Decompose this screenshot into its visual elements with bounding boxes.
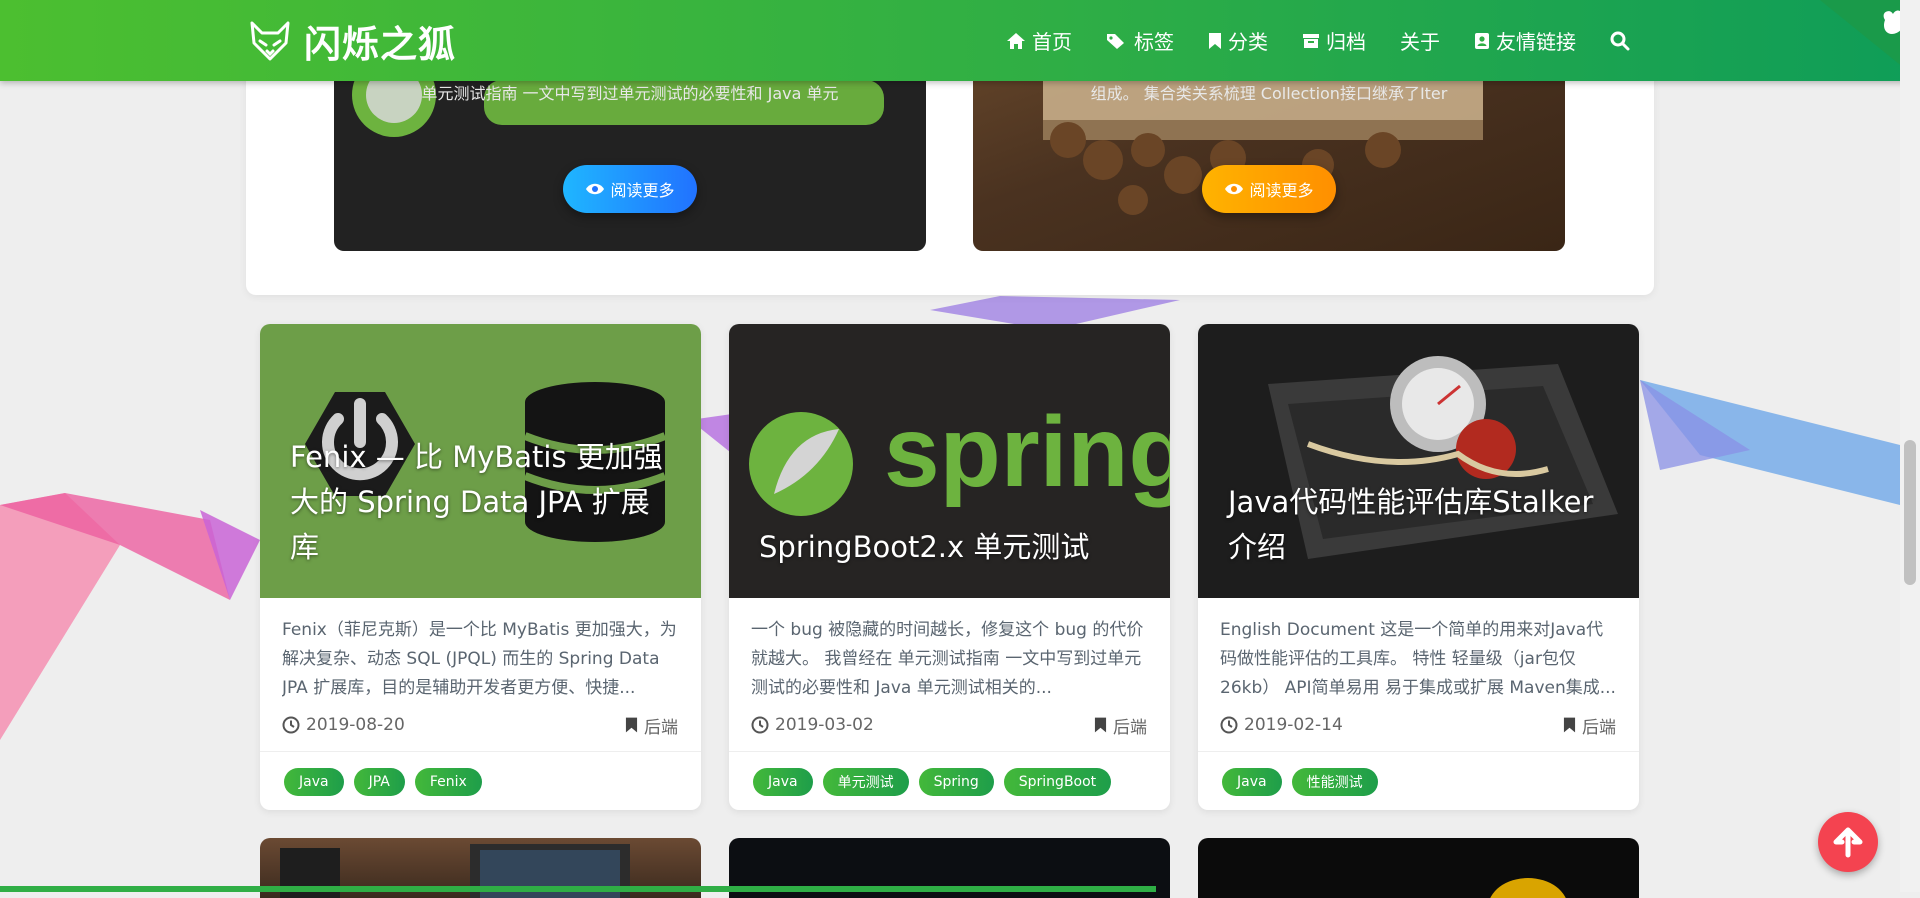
article-card-preview[interactable] [1198, 838, 1639, 898]
article-title[interactable]: Java代码性能评估库Stalker介绍 [1228, 480, 1615, 570]
article-category: 后端 [1113, 717, 1147, 738]
article-category-link[interactable]: 后端 [1094, 713, 1147, 738]
article-date: 2019-03-02 [775, 715, 874, 735]
archive-icon [1303, 33, 1319, 48]
address-book-icon [1475, 32, 1489, 49]
search-button[interactable] [1610, 31, 1630, 51]
read-more-label: 阅读更多 [1249, 181, 1314, 200]
bookmark-icon [1563, 717, 1576, 733]
card-divider [729, 751, 1170, 752]
article-meta: 2019-03-02 后端 [751, 710, 1147, 740]
article-cover-image: Java代码性能评估库Stalker介绍 [1198, 324, 1639, 598]
home-icon [1007, 32, 1025, 49]
article-summary: English Document 这是一个简单的用来对Java代码做性能评估的工… [1220, 620, 1616, 698]
tag-chip[interactable]: 性能测试 [1291, 768, 1378, 796]
nav-friend-links-label: 友情链接 [1496, 30, 1576, 54]
tag-chip[interactable]: Spring [918, 768, 994, 796]
tags-icon [1107, 33, 1124, 49]
tag-chip[interactable]: 单元测试 [822, 768, 909, 796]
article-date: 2019-08-20 [306, 715, 405, 735]
article-card[interactable]: Java代码性能评估库Stalker介绍 English Document 这是… [1198, 324, 1639, 810]
search-icon [1610, 31, 1630, 50]
article-meta: 2019-08-20 后端 [282, 710, 678, 740]
nav-categories[interactable]: 分类 [1208, 26, 1268, 55]
nav-about[interactable]: 关于 [1400, 26, 1440, 55]
article-cover-image: Fenix — 比 MyBatis 更加强大的 Spring Data JPA … [260, 324, 701, 598]
article-category-link[interactable]: 后端 [1563, 713, 1616, 738]
bookmark-icon [1209, 32, 1221, 49]
card-divider [1198, 751, 1639, 752]
site-logo[interactable]: 闪烁之狐 [248, 18, 456, 66]
article-tags: Java JPA Fenix [284, 768, 482, 796]
main-nav: 首页 标签 分类 归档 关于 友情链接 [972, 0, 1630, 81]
read-more-label: 阅读更多 [610, 181, 675, 200]
nav-archive[interactable]: 归档 [1302, 26, 1366, 55]
article-date: 2019-02-14 [1244, 715, 1343, 735]
featured-excerpt: 单元测试指南 一文中写到过单元测试的必要性和 Java 单元 [421, 84, 839, 103]
read-more-button[interactable]: 阅读更多 [563, 165, 697, 213]
svg-text:spring: spring [884, 396, 1170, 508]
article-title[interactable]: SpringBoot2.x 单元测试 [759, 525, 1146, 570]
back-to-top-button[interactable] [1818, 812, 1878, 872]
clock-icon [282, 716, 300, 734]
clock-icon [751, 716, 769, 734]
article-card[interactable]: spring SpringBoot2.x 单元测试 一个 bug 被隐藏的时间越… [729, 324, 1170, 810]
article-meta: 2019-02-14 后端 [1220, 710, 1616, 740]
site-title: 闪烁之狐 [304, 23, 456, 66]
eye-icon [1225, 183, 1244, 195]
reading-progress-bar [0, 886, 1156, 892]
nav-tags[interactable]: 标签 [1106, 26, 1174, 55]
read-more-button[interactable]: 阅读更多 [1202, 165, 1336, 213]
article-title[interactable]: Fenix — 比 MyBatis 更加强大的 Spring Data JPA … [290, 435, 677, 570]
article-category: 后端 [644, 717, 678, 738]
tag-chip[interactable]: JPA [353, 768, 405, 796]
nav-archive-label: 归档 [1326, 30, 1366, 54]
article-summary: Fenix（菲尼克斯）是一个比 MyBatis 更加强大，为解决复杂、动态 SQ… [282, 620, 677, 698]
article-tags: Java 单元测试 Spring SpringBoot [753, 768, 1112, 796]
tag-chip[interactable]: SpringBoot [1003, 768, 1112, 796]
nav-categories-label: 分类 [1228, 30, 1268, 54]
article-category-link[interactable]: 后端 [625, 713, 678, 738]
tag-chip[interactable]: Java [1222, 768, 1282, 796]
dark-image [1490, 878, 1566, 898]
featured-excerpt: 组成。 集合类关系梳理 Collection接口继承了Iter [1090, 84, 1448, 103]
bookmark-icon [1094, 717, 1107, 733]
article-card[interactable]: Fenix — 比 MyBatis 更加强大的 Spring Data JPA … [260, 324, 701, 810]
nav-about-label: 关于 [1400, 30, 1440, 54]
site-header: 闪烁之狐 首页 标签 分类 归档 关于 友情链接 [0, 0, 1920, 81]
eye-icon [586, 183, 605, 195]
tag-chip[interactable]: Java [284, 768, 344, 796]
nav-friend-links[interactable]: 友情链接 [1474, 26, 1576, 55]
article-cover-image: spring SpringBoot2.x 单元测试 [729, 324, 1170, 598]
page-scrollbar[interactable] [1900, 0, 1920, 892]
bookmark-icon [625, 717, 638, 733]
article-tags: Java 性能测试 [1222, 768, 1378, 796]
card-divider [260, 751, 701, 752]
tag-chip[interactable]: Fenix [414, 768, 482, 796]
scrollbar-thumb[interactable] [1904, 440, 1916, 585]
tag-chip[interactable]: Java [753, 768, 813, 796]
fox-logo-icon [250, 21, 290, 61]
nav-home[interactable]: 首页 [1006, 26, 1072, 55]
nav-home-label: 首页 [1032, 30, 1072, 54]
arrow-up-icon [1833, 827, 1863, 858]
nav-tags-label: 标签 [1134, 30, 1174, 54]
clock-icon [1220, 716, 1238, 734]
article-summary: 一个 bug 被隐藏的时间越长，修复这个 bug 的代价就越大。 我曾经在 单元… [751, 620, 1144, 698]
article-category: 后端 [1582, 717, 1616, 738]
